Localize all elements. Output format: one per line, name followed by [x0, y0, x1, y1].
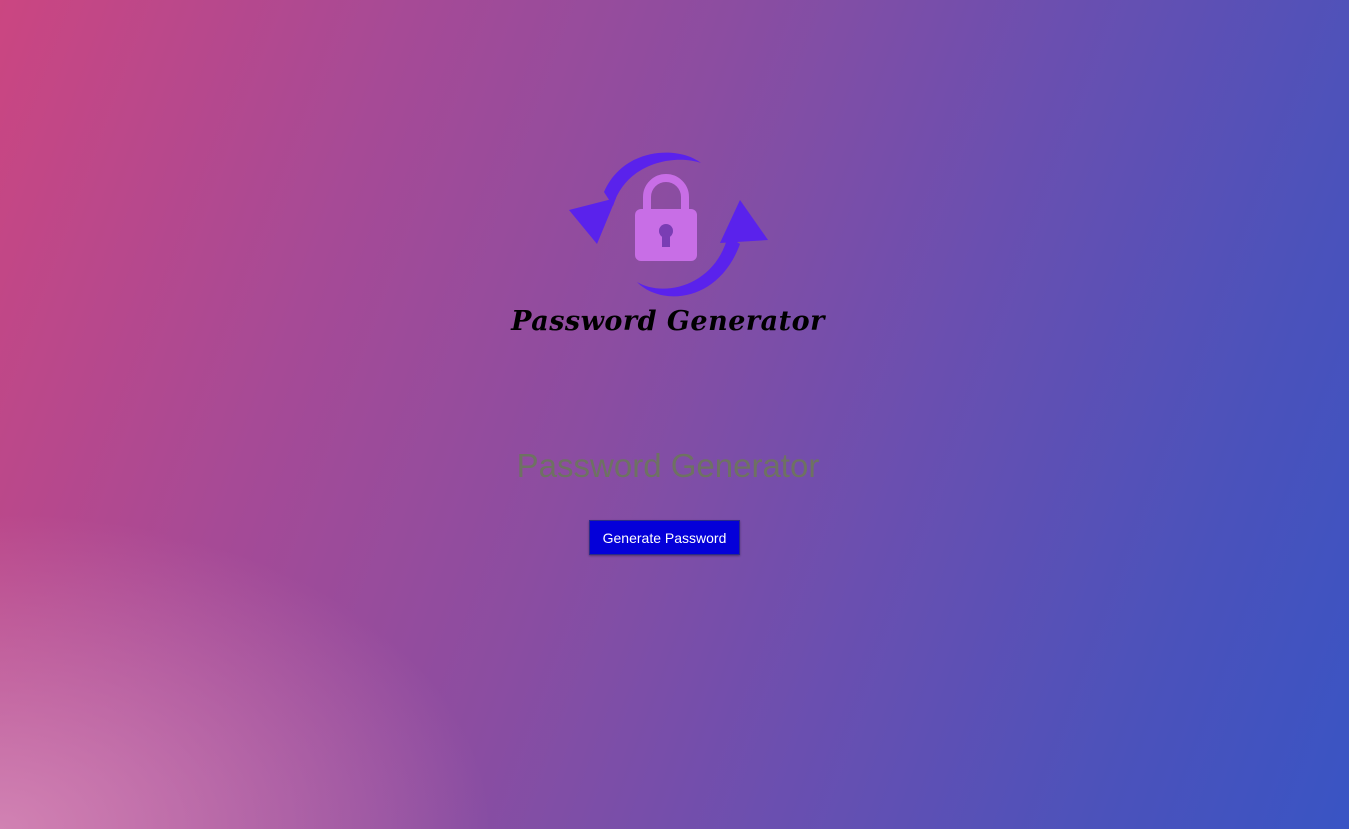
- lock-shackle: [643, 174, 689, 213]
- generate-password-button[interactable]: Generate Password: [589, 520, 740, 555]
- lock-refresh-icon: [569, 152, 768, 297]
- arrowhead-left: [569, 198, 616, 244]
- logo: [568, 148, 770, 302]
- page-title: Password Generator: [516, 447, 820, 484]
- arrowhead-right: [720, 200, 768, 243]
- keyhole-slot: [662, 232, 670, 247]
- logo-text: Password Generator: [511, 306, 825, 337]
